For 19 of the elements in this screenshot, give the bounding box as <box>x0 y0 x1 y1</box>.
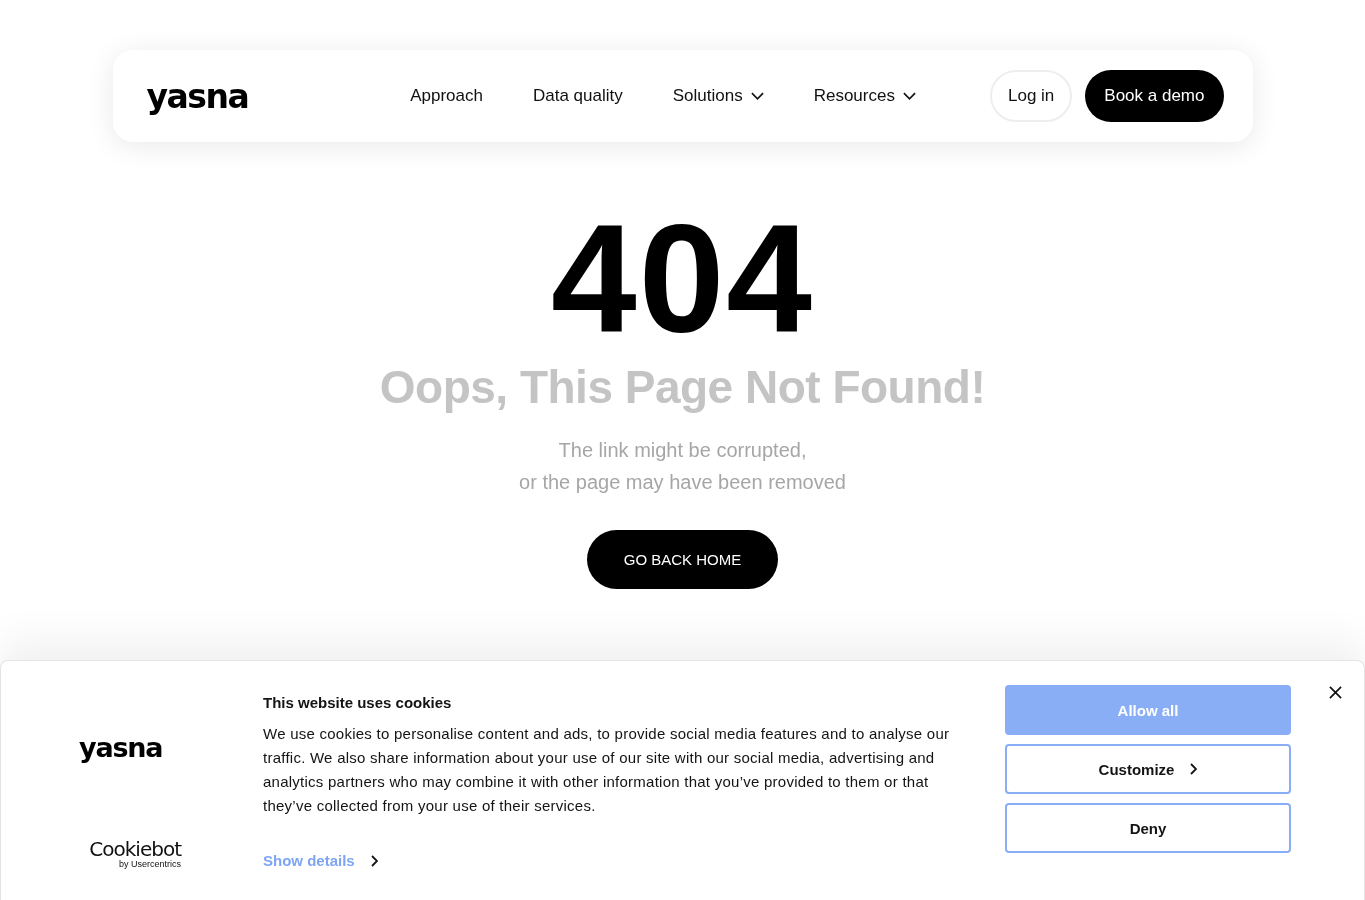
close-icon[interactable] <box>1329 686 1342 699</box>
login-button[interactable]: Log in <box>990 70 1073 122</box>
error-code: 404 <box>551 204 814 354</box>
nav-link[interactable]: Data quality <box>532 86 623 106</box>
cookiebot-logo[interactable]: Cookiebot by Usercentrics <box>79 839 181 870</box>
error-message: The link might be corrupted, or the page may have been removed <box>519 438 846 495</box>
nav-link[interactable]: Solutions <box>672 86 764 106</box>
nav-link[interactable]: Approach <box>410 86 483 106</box>
brand-logo: yasna <box>79 734 163 761</box>
nav-link[interactable]: Resources <box>813 86 916 106</box>
chevron-right-icon <box>370 854 378 867</box>
cookie-title: This website uses cookies <box>263 694 453 712</box>
cookie-button[interactable]: Customize <box>1005 744 1291 794</box>
cookie-button[interactable]: Deny <box>1005 803 1291 853</box>
brand-logo[interactable]: yasna <box>146 79 249 113</box>
cookie-text: We use cookies to personalise content and ads, to provide social media features and to analyse our traffic. We also share information about your use of our site with our social media, advertising and analytics partners who may combine it with other information that you’ve provided to them or that they’ve collected from your use of their services. <box>263 724 951 816</box>
error-title: Oops, This Page Not Found! <box>379 360 986 414</box>
book-demo-button[interactable]: Book a demo <box>1085 70 1224 122</box>
go-back-home-button[interactable]: GO BACK HOME <box>587 530 778 589</box>
